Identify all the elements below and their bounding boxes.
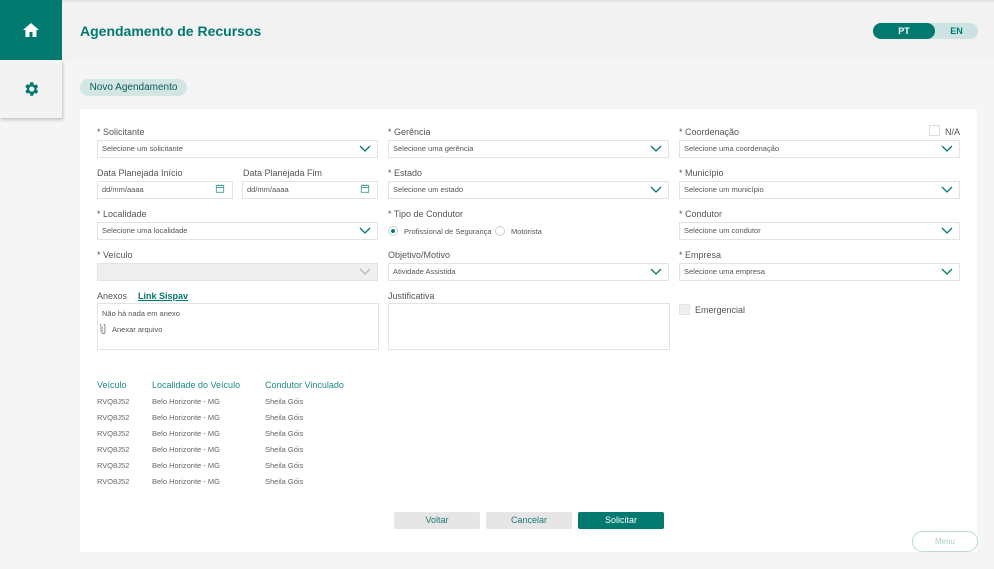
solicitante-label: * Solicitante bbox=[97, 127, 145, 137]
data-inicio-placeholder: dd/mm/aaaa bbox=[102, 185, 144, 194]
chevron-down-icon bbox=[941, 268, 953, 275]
chevron-down-icon bbox=[650, 145, 662, 152]
chevron-down-icon bbox=[941, 186, 953, 193]
solicitar-button[interactable]: Solicitar bbox=[578, 512, 664, 529]
anexos-label: Anexos bbox=[97, 291, 128, 301]
coordenacao-label: * Coordenação bbox=[679, 127, 740, 137]
emergencial-checkbox[interactable] bbox=[679, 304, 690, 315]
page-title: Agendamento de Recursos bbox=[80, 23, 262, 39]
calendar-icon[interactable] bbox=[214, 184, 226, 193]
veiculo-label: * Veículo bbox=[97, 250, 133, 260]
objetivo-label: Objetivo/Motivo bbox=[388, 250, 451, 260]
objetivo-value: Atividade Assistida bbox=[393, 267, 456, 276]
solicitante-placeholder: Selecione um solicitante bbox=[102, 144, 183, 153]
table-cell: Sheila Góis bbox=[265, 445, 304, 454]
chevron-down-icon bbox=[941, 227, 953, 234]
menu-button[interactable]: Menu bbox=[912, 531, 978, 552]
na-label: N/A bbox=[945, 127, 961, 137]
gear-icon bbox=[25, 82, 39, 96]
chevron-down-icon bbox=[359, 227, 371, 234]
empresa-placeholder: Selecione uma empresa bbox=[684, 267, 765, 276]
table-cell: Belo Horizonte - MG bbox=[152, 413, 220, 422]
gerencia-label: * Gerência bbox=[388, 127, 431, 137]
estado-label: * Estado bbox=[388, 168, 423, 178]
lang-en-button[interactable]: EN bbox=[935, 23, 978, 39]
table-cell: RVQ8J52 bbox=[97, 477, 130, 484]
calendar-icon[interactable] bbox=[359, 184, 371, 193]
language-toggle: PT EN bbox=[873, 23, 978, 39]
justificativa-textarea[interactable] bbox=[388, 303, 670, 350]
section-tag: Novo Agendamento bbox=[80, 79, 187, 96]
data-inicio-input[interactable]: dd/mm/aaaa bbox=[97, 181, 233, 199]
chevron-down-icon bbox=[650, 186, 662, 193]
municipio-label: * Município bbox=[679, 168, 724, 178]
table-cell: RVQ8J52 bbox=[97, 413, 130, 422]
table-cell: Sheila Góis bbox=[265, 397, 304, 406]
col-condutor: Condutor Vinculado bbox=[265, 380, 344, 390]
paperclip-icon bbox=[100, 324, 106, 334]
na-checkbox[interactable] bbox=[929, 125, 940, 136]
coordenacao-placeholder: Selecione uma coordenação bbox=[684, 144, 780, 153]
link-sispav[interactable]: Link Sispav bbox=[138, 291, 188, 301]
estado-placeholder: Selecione um estado bbox=[393, 185, 464, 194]
table-cell: RVQ8J52 bbox=[97, 461, 130, 470]
gerencia-select[interactable]: Selecione uma gerência bbox=[388, 140, 669, 158]
voltar-button[interactable]: Voltar bbox=[394, 512, 480, 529]
attach-file-button[interactable]: Anexar arquivo bbox=[112, 325, 162, 334]
empresa-select[interactable]: Selecione uma empresa bbox=[679, 263, 960, 281]
data-fim-label: Data Planejada Fim bbox=[243, 168, 323, 178]
anexos-empty-text: Não há nada em anexo bbox=[102, 309, 180, 318]
condutor-label: * Condutor bbox=[679, 209, 723, 219]
cancelar-button[interactable]: Cancelar bbox=[486, 512, 572, 529]
coordenacao-select[interactable]: Selecione uma coordenação bbox=[679, 140, 960, 158]
municipio-select[interactable]: Selecione um município bbox=[679, 181, 960, 199]
condutor-select[interactable]: Selecione um condutor bbox=[679, 222, 960, 240]
data-fim-input[interactable]: dd/mm/aaaa bbox=[242, 181, 378, 199]
municipio-placeholder: Selecione um município bbox=[684, 185, 764, 194]
table-cell: Belo Horizonte - MG bbox=[152, 397, 220, 406]
vehicle-table: Veículo Localidade do Veículo Condutor V… bbox=[97, 380, 397, 484]
justificativa-label: Justificativa bbox=[388, 291, 435, 301]
tipo-condutor-label: * Tipo de Condutor bbox=[388, 209, 464, 219]
table-cell: Sheila Góis bbox=[265, 413, 304, 422]
table-cell: Sheila Góis bbox=[265, 477, 304, 484]
radio-motorista[interactable] bbox=[495, 226, 505, 236]
localidade-select[interactable]: Selecione uma localidade bbox=[97, 222, 378, 240]
table-cell: Belo Horizonte - MG bbox=[152, 477, 220, 484]
table-cell: RVQ8J52 bbox=[97, 397, 130, 406]
table-cell: Sheila Góis bbox=[265, 429, 304, 438]
radio-profissional[interactable] bbox=[388, 226, 398, 236]
sidebar-item-home[interactable] bbox=[0, 0, 62, 60]
gerencia-placeholder: Selecione uma gerência bbox=[393, 144, 474, 153]
col-veiculo: Veículo bbox=[97, 380, 127, 390]
radio-motorista-label: Motorista bbox=[511, 227, 542, 236]
chevron-down-icon bbox=[941, 145, 953, 152]
home-icon bbox=[23, 23, 39, 37]
table-cell: RVQ8J52 bbox=[97, 429, 130, 438]
radio-profissional-label: Profissional de Segurança bbox=[404, 227, 492, 236]
table-cell: Sheila Góis bbox=[265, 461, 304, 470]
objetivo-select[interactable]: Atividade Assistida bbox=[388, 263, 669, 281]
chevron-down-icon bbox=[359, 145, 371, 152]
empresa-label: * Empresa bbox=[679, 250, 722, 260]
emergencial-label: Emergencial bbox=[695, 305, 746, 315]
localidade-label: * Localidade bbox=[97, 209, 147, 219]
data-inicio-label: Data Planejada Início bbox=[97, 168, 183, 178]
condutor-placeholder: Selecione um condutor bbox=[684, 226, 761, 235]
table-cell: Belo Horizonte - MG bbox=[152, 461, 220, 470]
data-fim-placeholder: dd/mm/aaaa bbox=[247, 185, 289, 194]
table-cell: Belo Horizonte - MG bbox=[152, 445, 220, 454]
sidebar-item-settings[interactable] bbox=[0, 60, 62, 118]
chevron-down-icon bbox=[359, 268, 371, 275]
table-cell: Belo Horizonte - MG bbox=[152, 429, 220, 438]
veiculo-select[interactable] bbox=[97, 263, 378, 281]
col-localidade: Localidade do Veículo bbox=[152, 380, 241, 390]
chevron-down-icon bbox=[650, 268, 662, 275]
table-cell: RVQ8J52 bbox=[97, 445, 130, 454]
lang-pt-button[interactable]: PT bbox=[873, 23, 935, 39]
localidade-placeholder: Selecione uma localidade bbox=[102, 226, 188, 235]
estado-select[interactable]: Selecione um estado bbox=[388, 181, 669, 199]
solicitante-select[interactable]: Selecione um solicitante bbox=[97, 140, 378, 158]
